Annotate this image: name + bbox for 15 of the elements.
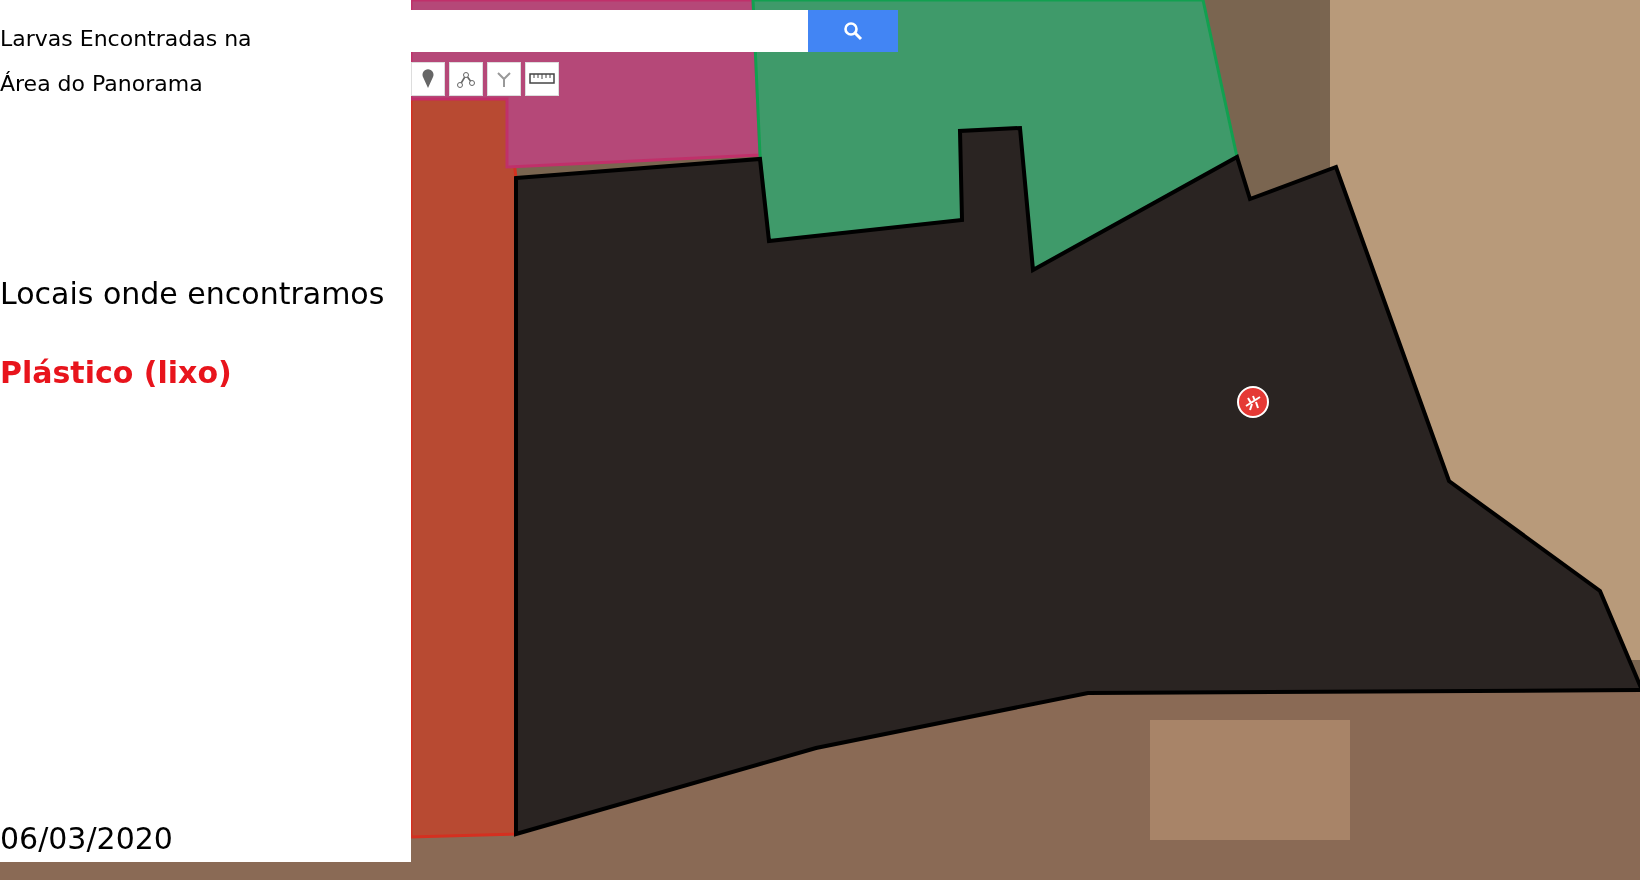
pin-icon — [421, 69, 435, 89]
search-button[interactable] — [808, 10, 898, 52]
panel-title: Larvas Encontradas na Área do Panorama — [0, 25, 253, 98]
marker-tool-button[interactable] — [411, 62, 445, 96]
search-field[interactable] — [411, 10, 808, 52]
search-icon — [843, 21, 863, 41]
highlight-text: Plástico (lixo) — [0, 355, 233, 390]
panel-subtitle: Locais onde encontramos — [0, 276, 386, 311]
line-nodes-icon — [456, 69, 476, 89]
directions-tool-button[interactable] — [487, 62, 521, 96]
line-tool-button[interactable] — [449, 62, 483, 96]
date-text: 06/03/2020 — [0, 821, 174, 856]
ruler-tool-button[interactable] — [525, 62, 559, 96]
ruler-icon — [529, 72, 555, 86]
fork-icon — [494, 69, 514, 89]
